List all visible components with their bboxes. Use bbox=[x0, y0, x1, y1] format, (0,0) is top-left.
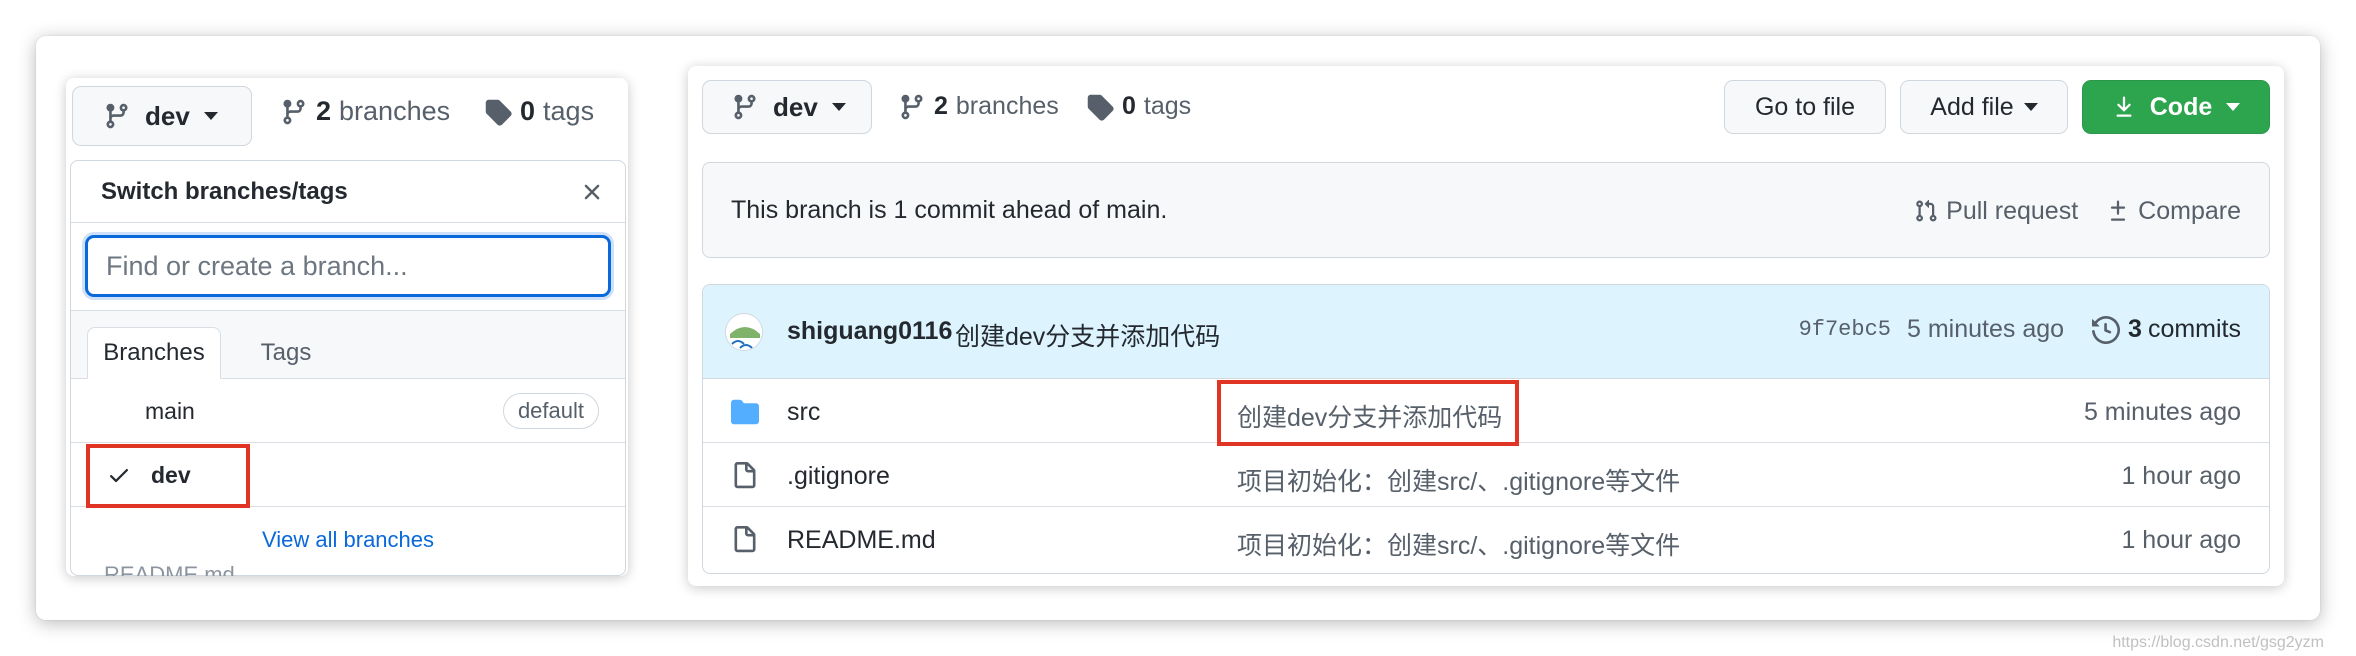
chevron-down-icon bbox=[2023, 103, 2038, 111]
file-name[interactable]: .gitignore bbox=[787, 462, 890, 491]
avatar[interactable] bbox=[725, 313, 763, 351]
git-branch-icon bbox=[734, 94, 756, 120]
dropdown-filter bbox=[71, 223, 625, 311]
watermark-text: https://blog.csdn.net/gsg2yzm bbox=[2112, 634, 2324, 651]
tab-tags[interactable]: Tags bbox=[231, 327, 341, 379]
branch-item-label: main bbox=[145, 398, 195, 424]
branches-label: branches bbox=[955, 92, 1059, 120]
ahead-actions: Pull request Compare bbox=[1886, 163, 2241, 259]
branches-count: 2 bbox=[934, 92, 948, 120]
branch-select-button[interactable]: dev bbox=[702, 80, 872, 134]
tags-count: 0 bbox=[520, 96, 536, 126]
branch-dropdown: Switch branches/tags Branches Tags main … bbox=[70, 160, 626, 576]
git-branch-icon bbox=[106, 103, 128, 129]
tag-icon bbox=[485, 99, 512, 126]
git-branch-icon bbox=[283, 99, 305, 124]
tags-link[interactable]: 0 tags bbox=[1086, 92, 1191, 121]
left-toolbar: dev 2 branches 0 tags bbox=[66, 78, 628, 150]
branch-filter-input[interactable] bbox=[85, 235, 611, 297]
tags-count: 0 bbox=[1122, 92, 1136, 120]
tag-icon bbox=[1087, 94, 1114, 121]
file-row-readme[interactable]: README.md 项目初始化：创建src/、.gitignore等文件 1 h… bbox=[703, 507, 2269, 571]
tab-branches[interactable]: Branches bbox=[87, 327, 221, 379]
file-row-gitignore[interactable]: .gitignore 项目初始化：创建src/、.gitignore等文件 1 … bbox=[703, 443, 2269, 507]
compare-label: Compare bbox=[2138, 196, 2241, 225]
add-file-button[interactable]: Add file bbox=[1900, 80, 2068, 134]
default-badge: default bbox=[502, 393, 599, 429]
commit-meta: 9f7ebc5 5 minutes ago 3 commits bbox=[1799, 315, 2241, 344]
go-to-file-button[interactable]: Go to file bbox=[1724, 80, 1886, 134]
branches-link[interactable]: 2 branches bbox=[898, 92, 1059, 121]
add-file-label: Add file bbox=[1930, 92, 2014, 121]
commits-history-link[interactable]: 3 commits bbox=[2092, 315, 2241, 344]
commit-message[interactable]: 创建dev分支并添加代码 bbox=[955, 317, 1220, 353]
commits-label: commits bbox=[2147, 315, 2241, 343]
ahead-message: This branch is 1 commit ahead of main. bbox=[731, 195, 1168, 224]
tags-label: tags bbox=[543, 96, 595, 126]
go-to-file-label: Go to file bbox=[1754, 92, 1856, 121]
branch-select-label: dev bbox=[145, 100, 190, 131]
compare-link[interactable]: Compare bbox=[2106, 197, 2241, 226]
file-commit-message[interactable]: 项目初始化：创建src/、.gitignore等文件 bbox=[1237, 462, 1680, 498]
highlight-box-src-message bbox=[1217, 380, 1519, 446]
file-age: 1 hour ago bbox=[2121, 462, 2241, 490]
dropdown-header: Switch branches/tags bbox=[71, 161, 625, 223]
file-name[interactable]: README.md bbox=[787, 526, 936, 555]
branches-count: 2 bbox=[316, 96, 332, 126]
history-icon bbox=[2092, 315, 2121, 344]
file-icon bbox=[734, 462, 756, 489]
pull-request-label: Pull request bbox=[1946, 196, 2079, 225]
dropdown-tabs: Branches Tags bbox=[71, 311, 625, 379]
commit-author[interactable]: shiguang0116 bbox=[787, 317, 952, 346]
tags-label: tags bbox=[1143, 92, 1192, 120]
chevron-down-icon bbox=[831, 103, 846, 111]
chevron-down-icon bbox=[203, 112, 218, 120]
commit-sha[interactable]: 9f7ebc5 bbox=[1799, 317, 1891, 342]
download-icon bbox=[2116, 96, 2132, 117]
file-name[interactable]: src bbox=[787, 398, 820, 427]
commit-count: 3 bbox=[2128, 315, 2142, 343]
close-icon[interactable] bbox=[579, 179, 605, 205]
code-label: Code bbox=[2149, 92, 2213, 121]
branches-label: branches bbox=[339, 96, 451, 126]
branch-item-main[interactable]: main default bbox=[71, 379, 625, 443]
file-icon bbox=[734, 526, 756, 553]
branch-select-label: dev bbox=[773, 91, 818, 122]
branch-select-button[interactable]: dev bbox=[72, 86, 252, 146]
file-commit-message[interactable]: 项目初始化：创建src/、.gitignore等文件 bbox=[1237, 526, 1680, 562]
tags-link[interactable]: 0 tags bbox=[484, 96, 594, 127]
avatar-image bbox=[726, 314, 762, 350]
git-branch-icon bbox=[901, 94, 923, 119]
diff-icon bbox=[2111, 200, 2126, 221]
code-button[interactable]: Code bbox=[2082, 80, 2270, 134]
repo-file-panel: dev 2 branches 0 tags Go to file Add fil… bbox=[688, 66, 2284, 586]
pull-request-icon bbox=[1916, 199, 1937, 222]
pull-request-link[interactable]: Pull request bbox=[1914, 197, 2078, 226]
branch-ahead-notice: This branch is 1 commit ahead of main. P… bbox=[702, 162, 2270, 258]
latest-commit-bar: shiguang0116 创建dev分支并添加代码 9f7ebc5 5 minu… bbox=[703, 285, 2269, 379]
chevron-down-icon bbox=[2226, 103, 2241, 111]
highlight-box-dev bbox=[86, 444, 250, 508]
dropdown-title: Switch branches/tags bbox=[101, 177, 348, 205]
file-age: 5 minutes ago bbox=[2083, 398, 2241, 426]
branches-link[interactable]: 2 branches bbox=[280, 96, 450, 127]
file-age: 1 hour ago bbox=[2121, 526, 2241, 554]
readme-peek-text: README.md bbox=[104, 562, 235, 576]
commit-age: 5 minutes ago bbox=[1906, 315, 2065, 343]
folder-icon bbox=[731, 399, 759, 425]
